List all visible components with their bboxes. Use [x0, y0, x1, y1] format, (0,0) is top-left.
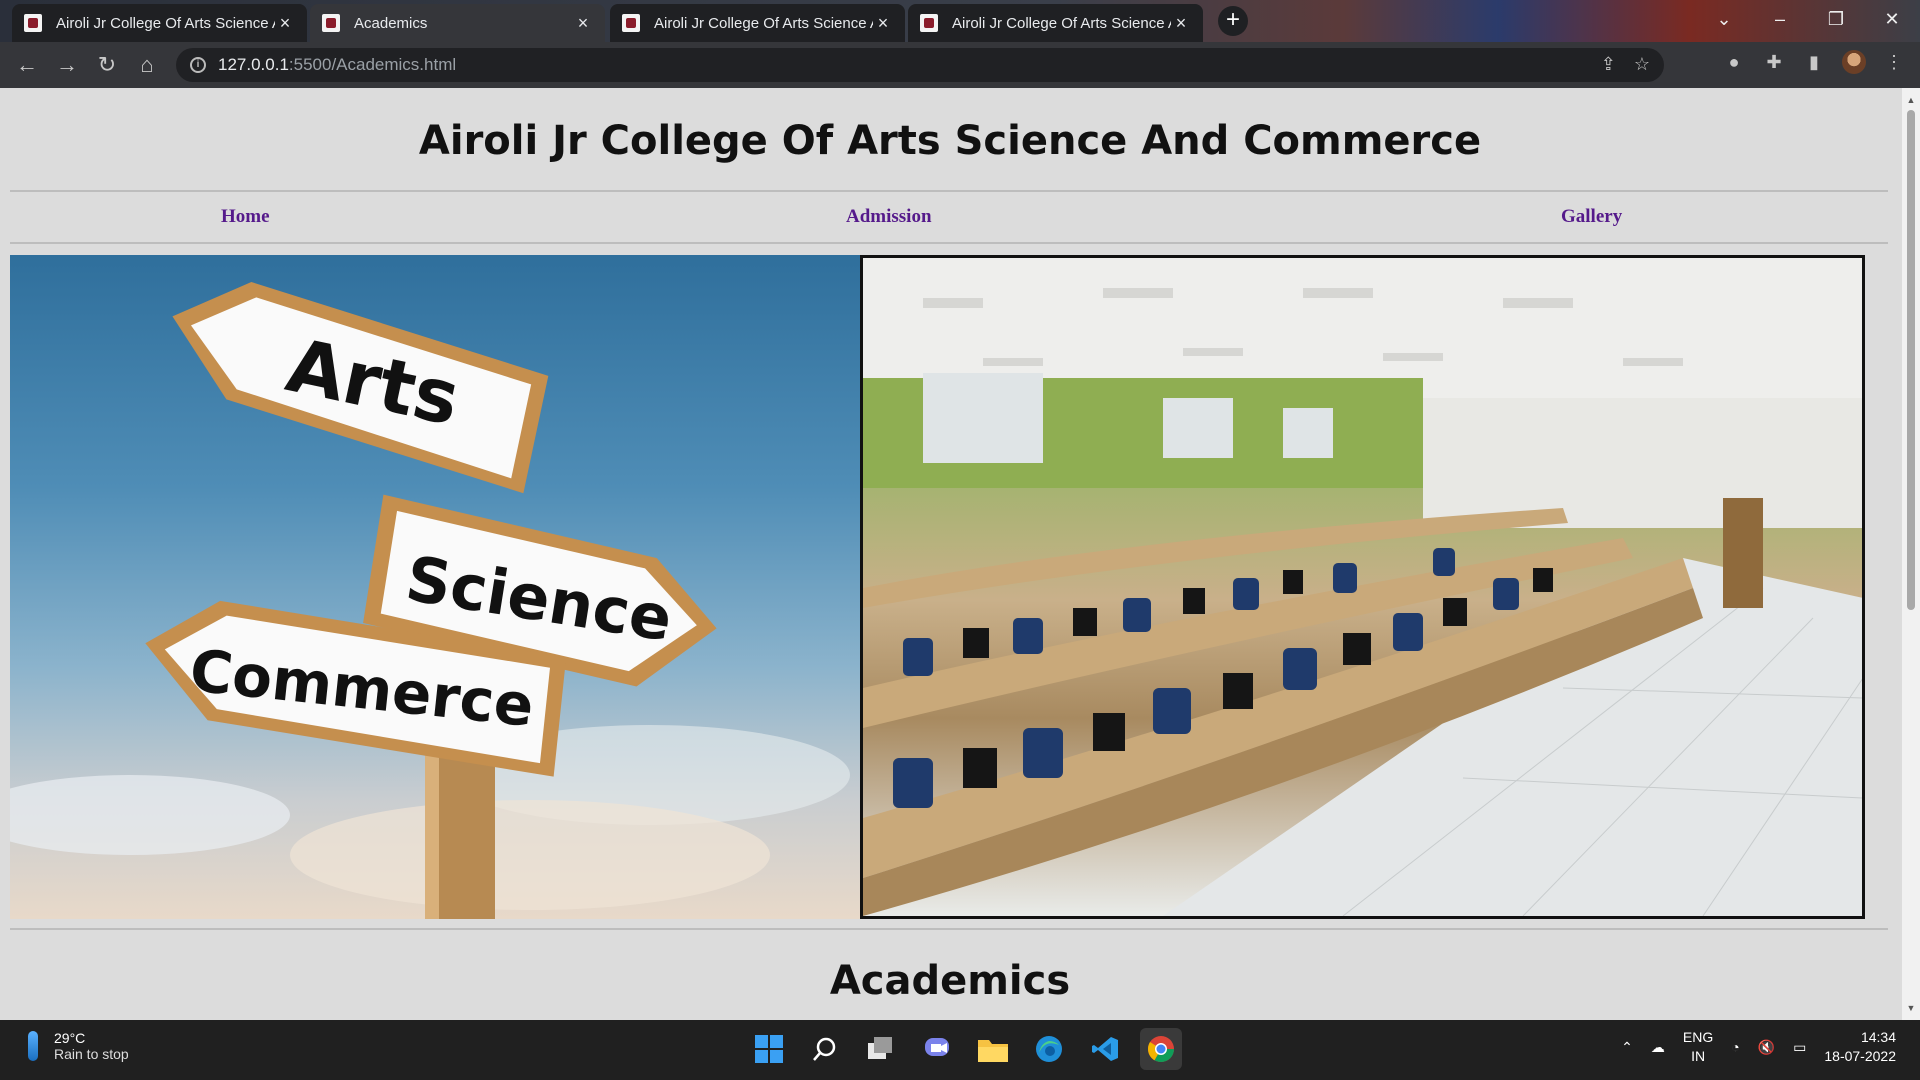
system-tray: ⌃ ☁ ENG IN ◔ 🔇 ▭ 14:34 18-07-2022	[1621, 1028, 1896, 1066]
tab-title: Airoli Jr College Of Arts Science And Co…	[654, 14, 873, 32]
divider	[10, 928, 1888, 930]
volume-muted-icon[interactable]: 🔇	[1758, 1039, 1775, 1056]
chrome-icon[interactable]	[1140, 1028, 1182, 1070]
battery-icon[interactable]: ▭	[1793, 1039, 1806, 1056]
bookmark-star-icon[interactable]: ☆	[1634, 54, 1650, 75]
clock-time: 14:34	[1860, 1029, 1896, 1045]
share-icon[interactable]: ⇪	[1601, 54, 1616, 75]
address-bar[interactable]: i 127.0.0.1:5500/Academics.html ⇪ ☆	[176, 48, 1664, 82]
taskbar: 29°C Rain to stop ⌃ ☁ ENG IN ◔ 🔇 ▭ 14:34…	[0, 1020, 1920, 1080]
tab-close-icon[interactable]: ×	[1171, 13, 1191, 34]
vscode-icon[interactable]	[1084, 1028, 1126, 1070]
restore-icon[interactable]: ❐	[1808, 0, 1864, 42]
clock[interactable]: 14:34 18-07-2022	[1824, 1028, 1896, 1066]
vertical-scrollbar[interactable]: ▲ ▼	[1902, 88, 1920, 1020]
tab-close-icon[interactable]: ×	[573, 13, 593, 34]
wifi-icon[interactable]: ◔	[1731, 1039, 1739, 1055]
teams-chat-icon[interactable]	[916, 1028, 958, 1070]
browser-toolbar: ← → ↻ ⌂ i 127.0.0.1:5500/Academics.html …	[0, 42, 1920, 88]
tab-close-icon[interactable]: ×	[275, 13, 295, 34]
tab-title: Airoli Jr College Of Arts Science And Co…	[56, 14, 275, 32]
page-viewport: Airoli Jr College Of Arts Science And Co…	[0, 88, 1902, 1020]
taskbar-apps	[748, 1028, 1182, 1070]
scrollbar-thumb[interactable]	[1907, 110, 1915, 610]
weather-widget[interactable]: 29°C Rain to stop	[28, 1030, 129, 1062]
scroll-up-icon[interactable]: ▲	[1902, 92, 1920, 108]
computer-lab-illustration	[863, 258, 1862, 916]
chevron-up-icon[interactable]: ⌃	[1621, 1039, 1633, 1056]
tab-strip: Airoli Jr College Of Arts Science And Co…	[0, 0, 1920, 42]
info-icon[interactable]: i	[190, 57, 206, 73]
onedrive-icon[interactable]: ☁	[1651, 1039, 1665, 1056]
search-icon[interactable]	[804, 1028, 846, 1070]
section-heading-academics: Academics	[829, 958, 1071, 1004]
lang-bottom: IN	[1691, 1048, 1706, 1064]
divider	[10, 242, 1888, 244]
tab-academics[interactable]: Academics ×	[310, 4, 605, 42]
window-controls: ⌄ – ❐ ✕	[1696, 0, 1920, 42]
nav-link-admission[interactable]: Admission	[846, 206, 932, 228]
signpost-illustration: Arts Science Commerce	[10, 282, 850, 919]
site-favicon-icon	[322, 14, 340, 32]
url-path: :5500/Academics.html	[288, 55, 457, 74]
new-tab-button[interactable]: +	[1218, 6, 1248, 36]
edge-browser-icon[interactable]	[1028, 1028, 1070, 1070]
minimize-icon[interactable]: –	[1752, 0, 1808, 42]
tab-close-icon[interactable]: ×	[873, 13, 893, 34]
chevron-down-icon[interactable]: ⌄	[1696, 0, 1752, 42]
divider	[10, 190, 1888, 192]
task-view-icon[interactable]	[860, 1028, 902, 1070]
extension-circle-icon[interactable]: ●	[1722, 50, 1746, 74]
menu-kebab-icon[interactable]: ⋮	[1882, 50, 1906, 74]
url-host: 127.0.0.1	[218, 55, 289, 74]
site-favicon-icon	[920, 14, 938, 32]
signpost-image: Arts Science Commerce	[10, 255, 860, 919]
tab-title: Academics	[354, 14, 428, 32]
language-indicator[interactable]: ENG IN	[1683, 1028, 1713, 1066]
forward-icon[interactable]: →	[52, 50, 82, 80]
file-explorer-icon[interactable]	[972, 1028, 1014, 1070]
tab-college-1[interactable]: Airoli Jr College Of Arts Science And Co…	[12, 4, 307, 42]
windows-start-icon[interactable]	[748, 1028, 790, 1070]
lang-top: ENG	[1682, 1029, 1714, 1045]
tab-college-3[interactable]: Airoli Jr College Of Arts Science And Co…	[908, 4, 1203, 42]
computer-lab-image	[860, 255, 1865, 919]
site-favicon-icon	[622, 14, 640, 32]
clock-date: 18-07-2022	[1824, 1048, 1896, 1064]
site-favicon-icon	[24, 14, 42, 32]
side-panel-icon[interactable]: ▮	[1802, 50, 1826, 74]
profile-avatar[interactable]	[1842, 50, 1866, 74]
close-icon[interactable]: ✕	[1864, 0, 1920, 42]
weather-desc: Rain to stop	[54, 1046, 129, 1062]
home-icon[interactable]: ⌂	[132, 50, 162, 80]
scroll-down-icon[interactable]: ▼	[1902, 1000, 1920, 1016]
nav-link-gallery[interactable]: Gallery	[1561, 206, 1622, 228]
back-icon[interactable]: ←	[12, 50, 42, 80]
tab-college-2[interactable]: Airoli Jr College Of Arts Science And Co…	[610, 4, 905, 42]
weather-temp: 29°C	[54, 1030, 86, 1046]
reload-icon[interactable]: ↻	[92, 50, 122, 80]
rain-icon	[28, 1031, 38, 1061]
extensions-puzzle-icon[interactable]: ✚	[1762, 50, 1786, 74]
nav-link-home[interactable]: Home	[221, 206, 270, 228]
site-title: Airoli Jr College Of Arts Science And Co…	[418, 118, 1482, 164]
tab-title: Airoli Jr College Of Arts Science And Co…	[952, 14, 1171, 32]
